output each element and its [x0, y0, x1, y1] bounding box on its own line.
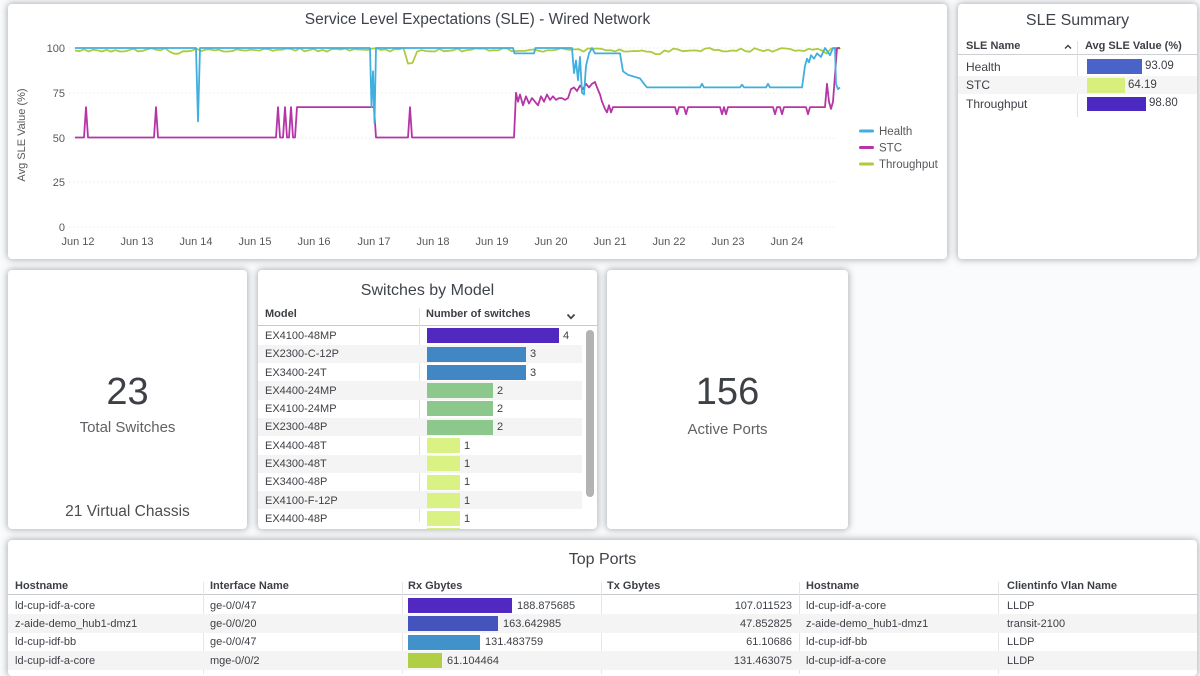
svg-text:75: 75 — [53, 88, 65, 100]
svg-text:Jun 17: Jun 17 — [357, 236, 390, 248]
svg-text:Jun 18: Jun 18 — [416, 236, 449, 248]
svg-text:Jun 24: Jun 24 — [770, 236, 803, 248]
svg-text:Jun 23: Jun 23 — [711, 236, 744, 248]
svg-text:STC: STC — [879, 143, 902, 155]
svg-text:Throughput: Throughput — [879, 159, 939, 171]
svg-text:25: 25 — [53, 177, 65, 189]
svg-text:Jun 20: Jun 20 — [534, 236, 567, 248]
svg-text:Jun 13: Jun 13 — [120, 236, 153, 248]
svg-text:Jun 22: Jun 22 — [652, 236, 685, 248]
svg-text:50: 50 — [53, 133, 65, 145]
svg-text:100: 100 — [47, 43, 65, 55]
svg-text:0: 0 — [59, 222, 65, 234]
svg-text:Avg SLE Value (%): Avg SLE Value (%) — [16, 88, 28, 181]
svg-text:Jun 16: Jun 16 — [297, 236, 330, 248]
svg-text:Jun 15: Jun 15 — [238, 236, 271, 248]
svg-text:Jun 21: Jun 21 — [593, 236, 626, 248]
svg-text:Jun 14: Jun 14 — [179, 236, 212, 248]
svg-text:Health: Health — [879, 126, 912, 138]
svg-text:Jun 12: Jun 12 — [61, 236, 94, 248]
svg-text:Jun 19: Jun 19 — [475, 236, 508, 248]
